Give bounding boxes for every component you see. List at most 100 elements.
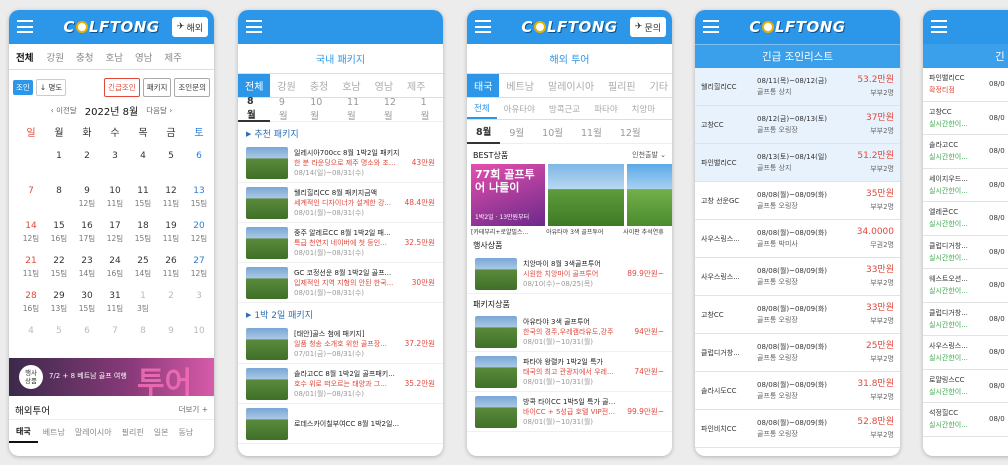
prev-month-button[interactable]: ‹ 이전달 — [51, 105, 77, 116]
country-tab[interactable]: 기타 — [643, 74, 672, 97]
join-row[interactable]: 웰리힐리CC 08/11(목)~08/12(금) 골프통 상지 53.2만원 부부2명 — [695, 68, 900, 106]
country-tab[interactable]: 일본 — [149, 427, 174, 438]
calendar-day[interactable]: 31 11팀 — [101, 285, 129, 320]
package-item[interactable]: 방콕 타이CC 1박5일 특가 골프... 바이CC + 5성급 호텔 VIP전용… — [467, 392, 672, 432]
menu-icon[interactable] — [246, 20, 262, 33]
month-tab[interactable]: 11월 — [572, 125, 611, 139]
menu-icon[interactable] — [931, 20, 947, 33]
package-item[interactable]: 솔라고CC 8월 1박2일 골프패키... 호수 위로 떠오르는 태양과 그...… — [238, 364, 443, 404]
month-tab[interactable]: 12월 — [375, 97, 412, 122]
join-row[interactable]: 파인밸리CC 08/13(토)~08/14(일) 골프통 상지 51.2만원 부부2명 — [695, 144, 900, 182]
calendar-day[interactable]: 22 15팀 — [45, 250, 73, 285]
country-tab[interactable]: 태국 — [9, 421, 38, 443]
app-logo[interactable]: C LFTONG — [749, 18, 845, 36]
menu-icon[interactable] — [475, 20, 491, 33]
menu-icon[interactable] — [17, 20, 33, 33]
region-tab[interactable]: 제주 — [400, 74, 432, 97]
calendar-day[interactable]: 11 15팀 — [129, 180, 157, 215]
calendar-day[interactable]: 3 — [101, 145, 129, 180]
more-link[interactable]: 더보기 + — [179, 404, 208, 415]
calendar-day[interactable]: 20 12팀 — [185, 215, 213, 250]
join-row[interactable]: 클럽디거창... 실시간한이... 08/0 — [923, 303, 1008, 336]
sort-join-button[interactable]: 조인 — [13, 80, 33, 95]
join-row[interactable]: 로얄링스CC 실시간한이... 08/0 — [923, 370, 1008, 403]
calendar-day[interactable]: 30 15팀 — [73, 285, 101, 320]
package-item[interactable]: GC 코정선운 8월 1박2일 골프... 입제적인 지역 지형의 안된 한국..… — [238, 263, 443, 303]
calendar-day[interactable]: 25 14팀 — [129, 250, 157, 285]
calendar-day[interactable]: 7 — [101, 320, 129, 355]
join-row[interactable]: 고창 선운GC 08/08(월)~08/09(화) 골프통 오링장 35만원 부부2명 — [695, 182, 900, 220]
next-month-button[interactable]: 다음달 › — [146, 105, 172, 116]
calendar-day[interactable]: 16 17팀 — [73, 215, 101, 250]
menu-icon[interactable] — [703, 20, 719, 33]
join-row[interactable]: 솔라시도CC 08/08(월)~08/09(화) 골프통 오링장 31.8만원 부부2명 — [695, 372, 900, 410]
overseas-button[interactable]: ✈ 해외 — [171, 17, 208, 37]
join-inquiry-button[interactable]: 조인문의 — [174, 78, 210, 97]
calendar-day[interactable]: 26 11팀 — [157, 250, 185, 285]
calendar-day[interactable]: 4 — [17, 320, 45, 355]
calendar-day[interactable]: 8 — [129, 320, 157, 355]
month-tab[interactable]: 9월 — [270, 97, 301, 122]
country-tab[interactable]: 동남 — [173, 427, 198, 438]
region-tab[interactable]: 영남 — [129, 50, 158, 64]
best-item[interactable] — [548, 164, 624, 226]
package-item[interactable]: 로데스카이칠부여CC 8월 1박2일... — [238, 404, 443, 444]
best-item[interactable]: 77회 골프투어 나들이 1박2일 · 13만원부터 — [471, 164, 545, 226]
calendar-day[interactable]: 3 — [185, 285, 213, 320]
calendar-day[interactable]: 7 — [17, 180, 45, 215]
sort-order-button[interactable]: ↓ 명도 — [35, 79, 67, 96]
join-row[interactable]: 고창CC 08/08(월)~08/09(화) 골프통 오링장 33만원 부부2명 — [695, 296, 900, 334]
calendar-day[interactable]: 9 — [157, 320, 185, 355]
calendar-day[interactable]: 2 — [157, 285, 185, 320]
package-item[interactable]: 아유타야 3색 골프투어 한국의 경주,우레캠라유도,강주 08/01(월)~10/… — [467, 312, 672, 352]
calendar-day[interactable]: 5 — [45, 320, 73, 355]
package-item[interactable]: 파타야 왕렬카 1박2일 특가 태국의 최고 관광지에서 우레... 08/01(월… — [467, 352, 672, 392]
calendar-day[interactable]: 10 — [185, 320, 213, 355]
join-row[interactable]: 사우스링스... 08/08(월)~08/09(화) 골프통 오링장 33만원 부부2명 — [695, 258, 900, 296]
month-tab[interactable]: 1월 — [412, 97, 443, 122]
calendar-day[interactable]: 6 — [185, 145, 213, 180]
region-tab[interactable]: 강원 — [270, 74, 302, 97]
region-tab[interactable]: 강원 — [40, 50, 69, 64]
calendar-day[interactable]: 6 — [73, 320, 101, 355]
inquiry-button[interactable]: ✈ 문의 — [629, 17, 666, 37]
app-logo[interactable]: C LFTONG — [521, 18, 617, 36]
calendar-day[interactable]: 12 11팀 — [157, 180, 185, 215]
calendar-day[interactable]: 1 3팀 — [129, 285, 157, 320]
country-tab[interactable]: 필리핀 — [601, 74, 643, 97]
calendar-day[interactable]: 18 15팀 — [129, 215, 157, 250]
package-item[interactable]: 웰리힐리CC 8월 패키지금액 세계적인 디자이너가 설계한 강... 08/01(… — [238, 183, 443, 223]
area-tab[interactable]: 방콕근교 — [542, 98, 587, 119]
package-item[interactable]: 일레시아700cc 8월 1박2일 패키지 한 분 라운딩으로 제주 명소와 조.… — [238, 143, 443, 183]
calendar-day[interactable]: 14 12팀 — [17, 215, 45, 250]
region-tab[interactable]: 충청 — [70, 50, 99, 64]
app-logo[interactable]: C LFTONG — [63, 18, 159, 36]
join-row[interactable]: 고창CC 08/12(금)~08/13(토) 골프통 오링장 37만원 부부2명 — [695, 106, 900, 144]
join-row[interactable]: 파인비치CC 08/08(월)~08/09(화) 골프통 오링장 52.8만원 부부2명 — [695, 410, 900, 448]
calendar-day[interactable]: 21 11팀 — [17, 250, 45, 285]
month-tab[interactable]: 10월 — [301, 97, 338, 122]
urgent-join-button[interactable]: 긴급조인 — [104, 78, 140, 97]
best-item[interactable] — [627, 164, 672, 226]
departure-select[interactable]: 인천출발 ⌄ — [632, 150, 666, 161]
region-tab[interactable]: 충청 — [303, 74, 335, 97]
package-item[interactable]: 치앙마이 8월 3색골프투어 시원한 치앙마이 골프투어 08/10(수)~08/2… — [467, 254, 672, 294]
calendar-day[interactable]: 8 — [45, 180, 73, 215]
calendar-day[interactable]: 1 — [45, 145, 73, 180]
calendar-day[interactable]: 15 16팀 — [45, 215, 73, 250]
region-tab[interactable]: 호남 — [99, 50, 128, 64]
join-row[interactable]: 클럽디거창... 실시간한이... 08/0 — [923, 236, 1008, 269]
calendar-day[interactable]: 17 12팀 — [101, 215, 129, 250]
calendar-day[interactable]: 9 12팀 — [73, 180, 101, 215]
region-tab[interactable]: 제주 — [158, 50, 187, 64]
package-item[interactable]: 중주 알레르CC 8월 1박2일 패... 특급 천연지 네이버에 첫 등인...… — [238, 223, 443, 263]
country-tab[interactable]: 베트남 — [499, 74, 541, 97]
area-tab[interactable]: 아유타야 — [497, 98, 542, 119]
join-row[interactable]: 석정힐CC 실시간한이... 08/0 — [923, 403, 1008, 437]
join-row[interactable]: 엘레콘CC 실시간한이... 08/0 — [923, 202, 1008, 236]
join-row[interactable]: 솔라고CC 실시간한이... 08/0 — [923, 135, 1008, 169]
join-row[interactable]: 사우스링스... 실시간한이... 08/0 — [923, 336, 1008, 370]
calendar-day[interactable]: 24 16팀 — [101, 250, 129, 285]
join-row[interactable]: 파인밸리CC 확정티점 08/0 — [923, 68, 1008, 102]
area-tab[interactable]: 치앙마 — [625, 98, 662, 119]
